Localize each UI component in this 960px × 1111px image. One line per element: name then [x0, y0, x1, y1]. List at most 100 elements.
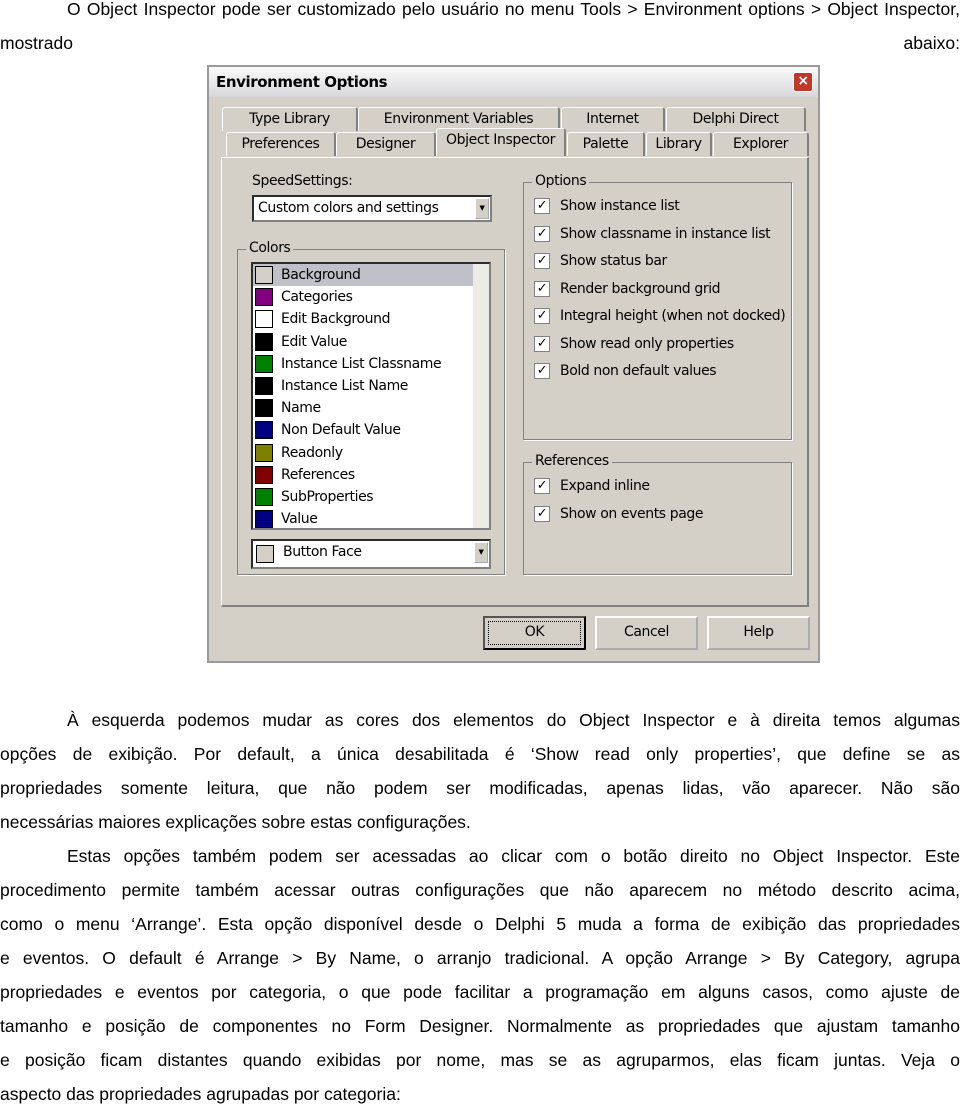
color-item[interactable]: Instance List Name: [253, 375, 489, 397]
checkbox-bold-non-default-values[interactable]: ✓ Bold non default values: [534, 362, 717, 382]
tab-delphi-direct[interactable]: Delphi Direct: [666, 107, 806, 131]
color-item[interactable]: Non Default Value: [253, 419, 489, 441]
color-swatch: [256, 545, 274, 563]
color-item[interactable]: Categories: [253, 286, 489, 308]
color-item-label: Background: [281, 267, 361, 283]
scrollbar[interactable]: [473, 264, 489, 528]
tab-internet[interactable]: Internet: [561, 107, 665, 131]
checkbox-icon[interactable]: ✓: [534, 225, 550, 242]
checkbox-label: Show status bar: [560, 253, 667, 269]
speed-settings-combo[interactable]: Custom colors and settings ▼: [252, 195, 492, 222]
dialog-title: Environment Options: [209, 67, 818, 97]
color-item-label: Instance List Name: [281, 377, 409, 394]
color-value-combo[interactable]: Button Face ▼: [251, 539, 491, 569]
options-group-label: Options: [532, 173, 590, 189]
cancel-button[interactable]: Cancel: [595, 616, 698, 650]
tab-object-inspector[interactable]: Object Inspector: [436, 128, 566, 156]
paragraph-line: propriedades somente leitura, que não po…: [0, 778, 960, 798]
color-item-label: Name: [281, 400, 321, 417]
paragraph-line: aspecto das propriedades agrupadas por c…: [0, 1084, 401, 1104]
color-item-label: Value: [281, 511, 318, 528]
tab-preferences[interactable]: Preferences: [226, 132, 336, 156]
checkbox-show-classname-in-instance-list[interactable]: ✓ Show classname in instance list: [534, 225, 771, 245]
color-item[interactable]: Name: [253, 397, 489, 419]
colors-group-label: Colors: [246, 240, 294, 256]
chevron-down-icon[interactable]: ▼: [474, 542, 488, 563]
color-item-label: Categories: [281, 289, 353, 306]
checkbox-icon[interactable]: ✓: [534, 308, 550, 324]
tab-type-library[interactable]: Type Library: [222, 107, 358, 131]
color-item-label: Instance List Classname: [281, 355, 442, 372]
color-swatch: [255, 487, 273, 506]
paragraph-line: À esquerda podemos mudar as cores dos el…: [67, 710, 960, 730]
color-swatch: [255, 266, 273, 284]
paragraph-line: como o menu ‘Arrange’. Esta opção dispon…: [0, 914, 960, 934]
checkbox-label: Bold non default values: [560, 363, 717, 379]
options-group: Options ✓ Show instance list ✓ Show classna…: [523, 173, 792, 440]
checkbox-icon[interactable]: ✓: [534, 198, 550, 214]
checkbox-render-background-grid[interactable]: ✓ Render background grid: [534, 280, 721, 300]
checkbox-icon[interactable]: ✓: [534, 335, 550, 352]
checkbox-icon[interactable]: ✓: [534, 280, 550, 297]
color-item[interactable]: SubProperties: [253, 486, 489, 508]
color-item-label: SubProperties: [281, 488, 374, 505]
checkbox-integral-height-when-not-docked-[interactable]: ✓ Integral height (when not docked): [534, 307, 786, 327]
color-swatch: [255, 288, 273, 307]
color-swatch: [255, 510, 273, 528]
references-group-label: References: [532, 453, 612, 469]
tab-palette[interactable]: Palette: [567, 132, 645, 156]
paragraph-line: opções de exibição. Por default, a única…: [0, 744, 960, 764]
paragraph-line: procedimento permite também acessar outr…: [0, 880, 960, 900]
checkbox-label: Integral height (when not docked): [560, 308, 786, 324]
color-item[interactable]: Value: [253, 508, 489, 528]
color-swatch: [255, 421, 273, 440]
checkbox-show-on-events-page[interactable]: ✓ Show on events page: [534, 505, 704, 525]
checkbox-icon[interactable]: ✓: [534, 505, 550, 522]
color-swatch: [255, 310, 273, 329]
color-item[interactable]: References: [253, 464, 489, 486]
paragraph-line: propriedades e eventos por categoria, o …: [0, 982, 960, 1002]
checkbox-show-instance-list[interactable]: ✓ Show instance list: [534, 197, 680, 217]
color-item-label: References: [281, 466, 355, 483]
paragraph-line: tamanho e posição de componentes no Form…: [0, 1016, 960, 1036]
paragraph-line: Estas opções também podem ser acessadas …: [67, 846, 960, 866]
help-button[interactable]: Help: [707, 616, 810, 650]
checkbox-label: Expand inline: [560, 478, 650, 494]
color-item[interactable]: Readonly: [253, 442, 489, 464]
tab-designer[interactable]: Designer: [336, 132, 436, 156]
color-swatch: [255, 465, 273, 484]
color-item[interactable]: Background: [253, 264, 489, 287]
color-item[interactable]: Instance List Classname: [253, 353, 489, 375]
checkbox-show-status-bar[interactable]: ✓ Show status bar: [534, 252, 667, 272]
color-item-label: Edit Value: [281, 333, 348, 350]
checkbox-show-read-only-properties[interactable]: ✓ Show read only properties: [534, 335, 734, 355]
color-item[interactable]: Edit Background: [253, 308, 489, 330]
references-group: References ✓ Expand inline ✓ Show on events…: [523, 453, 792, 575]
color-swatch: [255, 443, 273, 462]
checkbox-label: Show classname in instance list: [560, 225, 771, 242]
color-item-label: Non Default Value: [281, 422, 401, 439]
checkbox-label: Render background grid: [560, 280, 721, 297]
checkbox-label: Show instance list: [560, 198, 680, 214]
tab-explorer[interactable]: Explorer: [713, 132, 809, 156]
color-swatch: [255, 376, 273, 395]
checkbox-icon[interactable]: ✓: [534, 363, 550, 379]
paragraph-line: necessárias maiores explicações sobre es…: [0, 812, 471, 832]
environment-options-dialog: Environment Options × Type Library Enviro…: [207, 65, 820, 663]
paragraph-line: e posição ficam distantes quando exibida…: [0, 1050, 960, 1070]
checkbox-icon[interactable]: ✓: [534, 478, 550, 494]
chevron-down-icon[interactable]: ▼: [475, 198, 489, 219]
checkbox-label: Show on events page: [560, 505, 704, 522]
color-item-label: Readonly: [281, 444, 343, 461]
checkbox-expand-inline[interactable]: ✓ Expand inline: [534, 477, 650, 497]
ok-button[interactable]: OK: [483, 616, 586, 650]
color-swatch: [255, 354, 273, 373]
checkbox-icon[interactable]: ✓: [534, 253, 550, 269]
color-swatch: [255, 399, 273, 418]
colors-listbox[interactable]: Background Categories Edit Background Edit …: [251, 262, 491, 530]
speed-settings-value: Custom colors and settings: [258, 200, 439, 216]
color-swatch: [255, 332, 273, 351]
close-icon[interactable]: ×: [793, 72, 813, 92]
color-item[interactable]: Edit Value: [253, 331, 489, 353]
tab-library[interactable]: Library: [646, 132, 712, 156]
